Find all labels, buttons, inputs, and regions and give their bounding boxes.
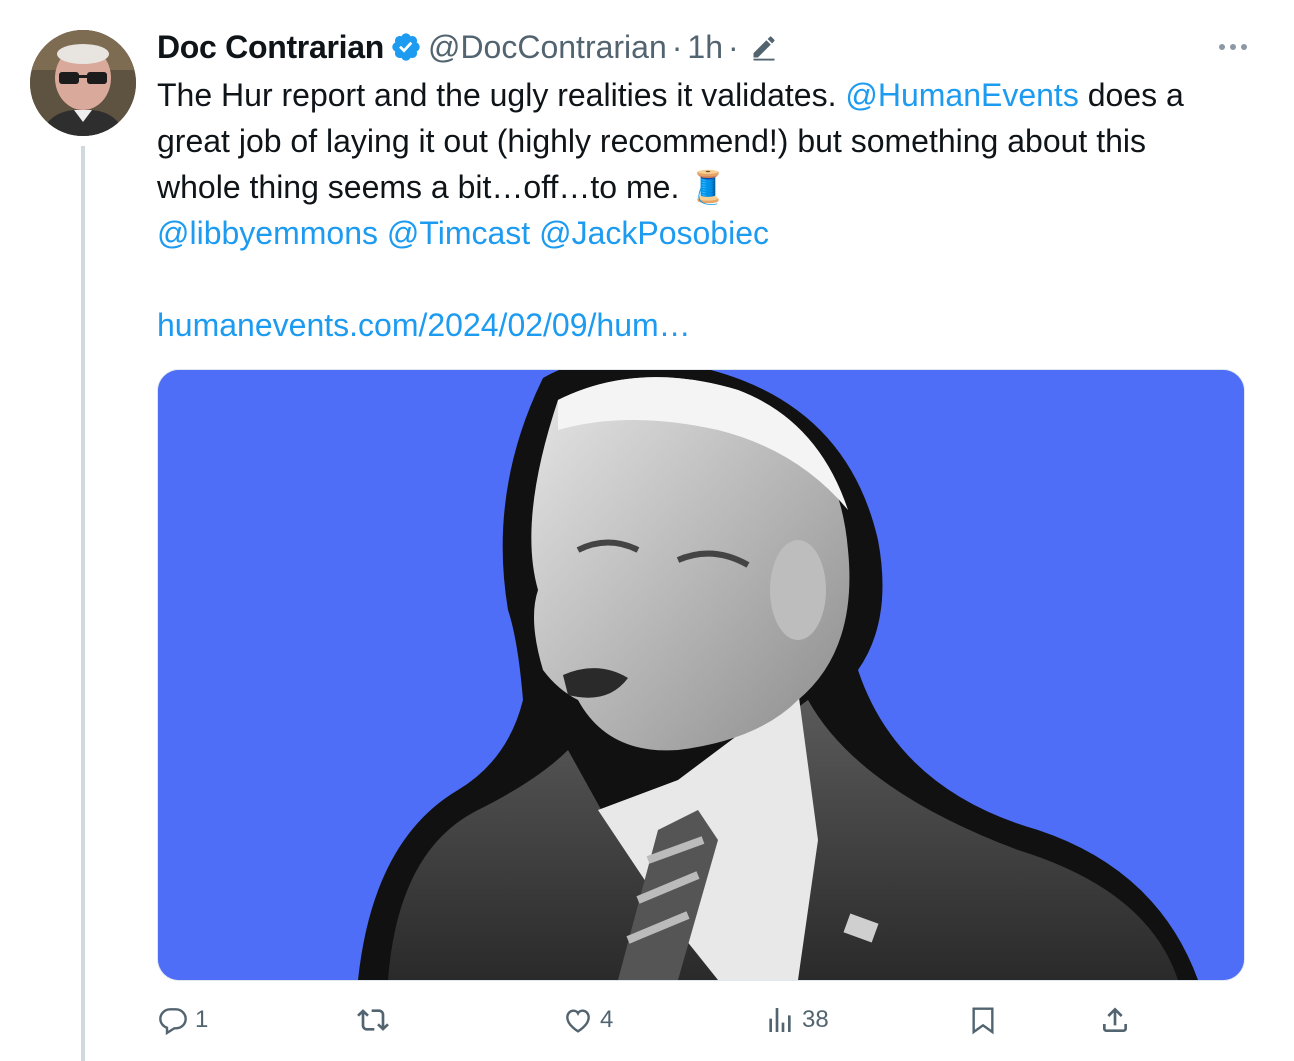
mention-jackposobiec[interactable]: @JackPosobiec	[539, 215, 769, 251]
avatar-portrait-image	[30, 30, 136, 136]
mention-libbyemmons[interactable]: @libbyemmons	[157, 215, 378, 251]
mentions-line: @libbyemmons @Timcast @JackPosobiec	[157, 210, 1257, 256]
tweet-timestamp[interactable]: 1h	[687, 29, 723, 66]
author-name[interactable]: Doc Contrarian	[157, 29, 384, 66]
reply-count: 1	[195, 1006, 209, 1033]
tweet-text-line: The Hur report and the ugly realities it…	[157, 72, 1257, 118]
more-options-icon[interactable]	[1219, 30, 1247, 64]
mention-timcast[interactable]: @Timcast	[387, 215, 530, 251]
article-link[interactable]: humanevents.com/2024/02/09/hum…	[157, 307, 691, 343]
tweet-text-segment: does a	[1078, 77, 1184, 113]
author-avatar[interactable]	[30, 30, 136, 136]
portrait-photo-image	[158, 370, 1244, 980]
tweet-text-line: whole thing seems a bit…off…to me. 🧵	[157, 169, 729, 205]
tweet-text-line: great job of laying it out (highly recom…	[157, 123, 1146, 159]
tweet-action-bar: 1 4 38	[157, 998, 1137, 1042]
views-count: 38	[802, 1006, 829, 1033]
thread-connector-line	[81, 146, 85, 1061]
edit-pencil-icon[interactable]	[750, 33, 778, 61]
bookmark-icon	[972, 1007, 994, 1035]
author-handle[interactable]: @DocContrarian	[428, 29, 667, 66]
tweet-header: Doc Contrarian @DocContrarian · 1h ·	[157, 24, 1247, 70]
like-count: 4	[600, 1006, 614, 1033]
verified-badge-icon	[392, 33, 420, 61]
reply-button[interactable]: 1	[157, 998, 208, 1042]
heart-icon	[566, 1009, 590, 1033]
analytics-icon	[769, 1008, 791, 1032]
tweet-media-image[interactable]	[157, 369, 1245, 981]
share-button[interactable]	[1099, 998, 1131, 1042]
retweet-button[interactable]	[357, 998, 395, 1042]
url-line: humanevents.com/2024/02/09/hum…	[157, 302, 1257, 348]
tweet-text-segment: The Hur report and the ugly realities it…	[157, 77, 846, 113]
retweet-icon	[357, 1009, 389, 1031]
tweet-body: The Hur report and the ugly realities it…	[157, 72, 1257, 348]
reply-icon	[159, 1008, 187, 1036]
bookmark-button[interactable]	[967, 998, 999, 1042]
like-button[interactable]: 4	[562, 998, 613, 1042]
separator-dot: ·	[728, 28, 739, 65]
views-button[interactable]: 38	[764, 998, 829, 1042]
share-icon	[1103, 1007, 1127, 1032]
separator-dot: ·	[671, 28, 683, 65]
mention-humanevents[interactable]: @HumanEvents	[845, 77, 1078, 113]
